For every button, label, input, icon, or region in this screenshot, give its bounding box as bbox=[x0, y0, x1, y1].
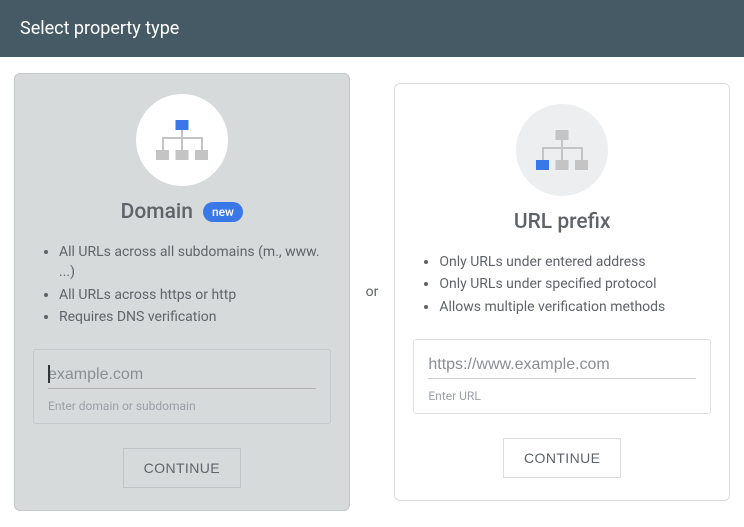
property-type-options: Domain new All URLs across all subdomain… bbox=[0, 57, 744, 527]
dialog-header: Select property type bbox=[0, 0, 744, 57]
domain-continue-button[interactable]: CONTINUE bbox=[123, 448, 241, 488]
domain-helper-text: Enter domain or subdomain bbox=[48, 399, 316, 413]
domain-title-row: Domain new bbox=[121, 200, 243, 224]
list-item: Allows multiple verification methods bbox=[439, 297, 711, 317]
domain-card-title: Domain bbox=[121, 200, 193, 224]
dialog-title: Select property type bbox=[20, 18, 179, 39]
url-helper-text: Enter URL bbox=[428, 389, 696, 403]
list-item: Requires DNS verification bbox=[59, 307, 331, 327]
url-input[interactable] bbox=[428, 354, 696, 379]
domain-property-card[interactable]: Domain new All URLs across all subdomain… bbox=[14, 73, 350, 511]
domain-feature-list: All URLs across all subdomains (m., www.… bbox=[33, 242, 331, 329]
list-item: Only URLs under entered address bbox=[439, 252, 711, 272]
url-icon-circle bbox=[516, 104, 608, 196]
url-input-container: Enter URL bbox=[413, 339, 711, 414]
or-divider: or bbox=[364, 284, 381, 300]
sitemap-icon bbox=[156, 120, 208, 160]
text-cursor bbox=[48, 365, 50, 383]
url-card-title: URL prefix bbox=[514, 210, 611, 234]
url-title-row: URL prefix bbox=[514, 210, 611, 234]
domain-input[interactable] bbox=[48, 364, 316, 389]
url-prefix-property-card[interactable]: URL prefix Only URLs under entered addre… bbox=[394, 83, 730, 501]
sitemap-icon bbox=[536, 130, 588, 170]
domain-input-container: Enter domain or subdomain bbox=[33, 349, 331, 424]
list-item: All URLs across https or http bbox=[59, 285, 331, 305]
list-item: All URLs across all subdomains (m., www.… bbox=[59, 242, 331, 283]
domain-icon-circle bbox=[136, 94, 228, 186]
new-badge: new bbox=[203, 202, 243, 222]
url-feature-list: Only URLs under entered address Only URL… bbox=[413, 252, 711, 319]
list-item: Only URLs under specified protocol bbox=[439, 274, 711, 294]
url-continue-button[interactable]: CONTINUE bbox=[503, 438, 621, 478]
